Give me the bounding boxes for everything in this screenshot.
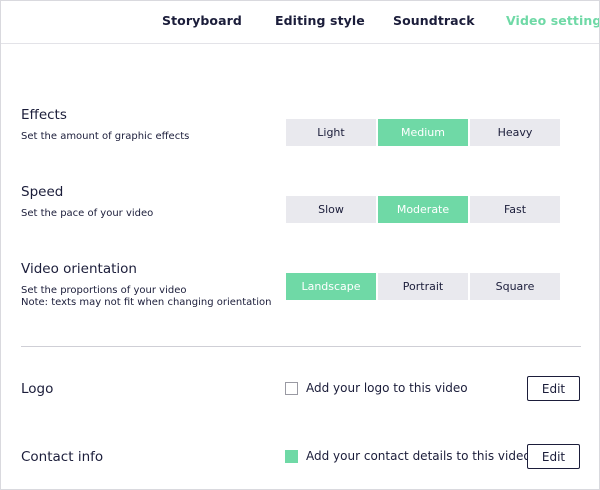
section-divider [21,346,581,347]
orientation-option-landscape[interactable]: Landscape [286,273,376,300]
contact-checkbox-label[interactable]: Add your contact details to this video [306,449,531,463]
speed-description: Set the pace of your video [21,208,154,219]
logo-edit-button[interactable]: Edit [527,376,580,401]
effects-option-medium[interactable]: Medium [378,119,468,146]
tab-video-settings[interactable]: Video settings [506,13,599,28]
speed-option-fast[interactable]: Fast [470,196,560,223]
tab-editing-style[interactable]: Editing style [275,13,365,28]
speed-selector: Slow Moderate Fast [286,196,562,223]
tab-soundtrack[interactable]: Soundtrack [393,13,475,28]
logo-label: Logo [21,381,54,397]
logo-checkbox-label[interactable]: Add your logo to this video [306,381,468,395]
orientation-title: Video orientation [21,261,137,277]
logo-checkbox[interactable] [285,382,298,395]
orientation-selector: Landscape Portrait Square [286,273,562,300]
effects-option-heavy[interactable]: Heavy [470,119,560,146]
tab-bar: Storyboard Editing style Soundtrack Vide… [1,1,599,44]
contact-edit-button[interactable]: Edit [527,444,580,469]
speed-option-moderate[interactable]: Moderate [378,196,468,223]
effects-selector: Light Medium Heavy [286,119,562,146]
tab-storyboard[interactable]: Storyboard [162,13,242,28]
orientation-option-square[interactable]: Square [470,273,560,300]
speed-option-slow[interactable]: Slow [286,196,376,223]
speed-title: Speed [21,184,64,200]
contact-info-label: Contact info [21,449,104,465]
effects-description: Set the amount of graphic effects [21,131,190,142]
orientation-option-portrait[interactable]: Portrait [378,273,468,300]
video-settings-panel: Storyboard Editing style Soundtrack Vide… [0,0,600,490]
effects-title: Effects [21,107,67,123]
orientation-note: Note: texts may not fit when changing or… [21,297,272,308]
contact-checkbox[interactable] [285,450,298,463]
effects-option-light[interactable]: Light [286,119,376,146]
